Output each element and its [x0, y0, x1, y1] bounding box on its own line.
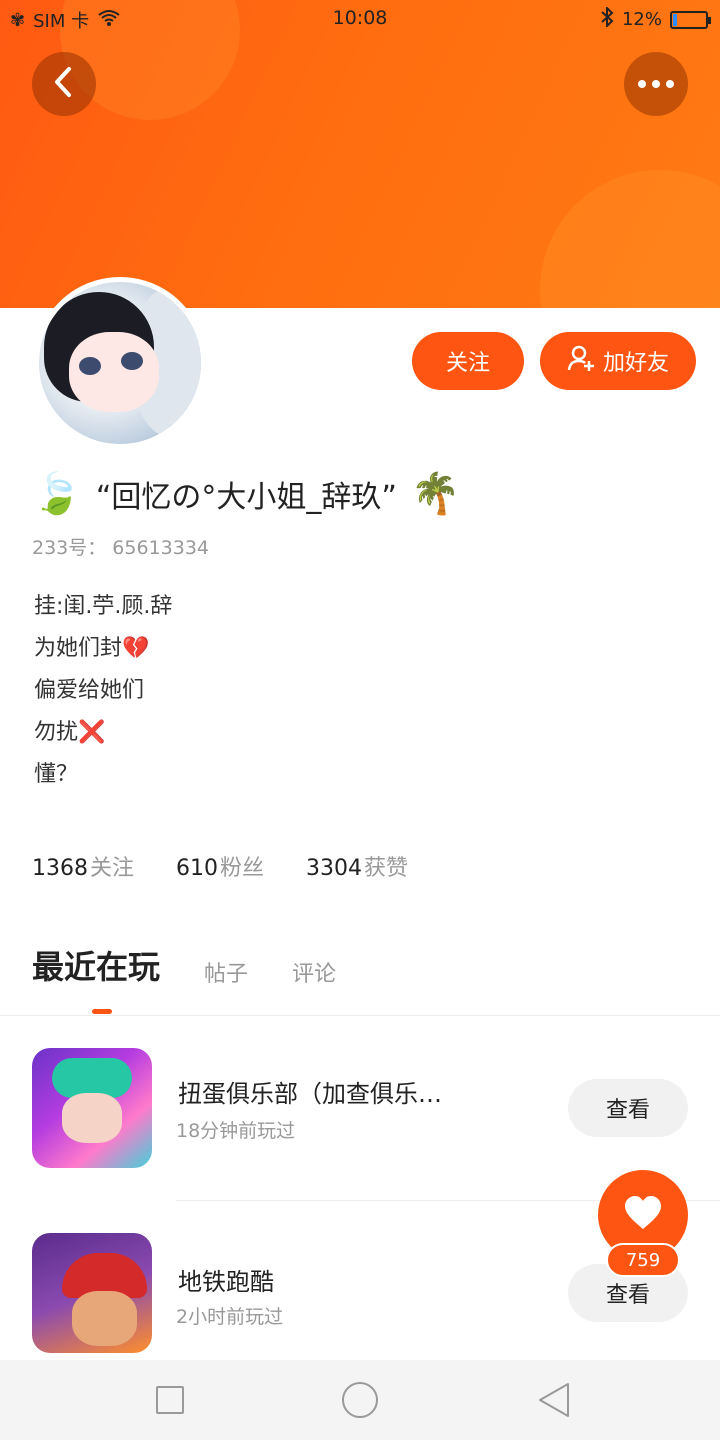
- follow-label: 关注: [445, 351, 490, 376]
- user-id[interactable]: 233号： 65613334: [32, 533, 209, 560]
- stat-label: 粉丝: [220, 856, 265, 881]
- add-user-icon: [567, 344, 595, 378]
- stat-label: 获赞: [364, 856, 409, 881]
- battery-percent: 12%: [621, 9, 662, 30]
- bio-line: 偏爱给她们: [34, 678, 145, 703]
- battery-fill: [673, 13, 678, 26]
- view-button[interactable]: 查看: [568, 1079, 688, 1137]
- recents-icon[interactable]: [156, 1386, 184, 1414]
- game-icon-gacha-club[interactable]: [32, 1048, 152, 1168]
- profile-header-background: [0, 0, 720, 308]
- profile-name: “回忆の°大小姐_辞玖”: [95, 480, 397, 515]
- like-count-badge: 759: [606, 1243, 680, 1277]
- game-title[interactable]: 地铁跑酷: [178, 1262, 538, 1297]
- bluetooth-icon: [600, 5, 614, 32]
- tab-recently-played[interactable]: 最近在玩: [32, 942, 160, 988]
- battery-icon: [670, 10, 711, 29]
- palm-tree-emoji: 🌴: [410, 471, 461, 517]
- back-triangle-icon[interactable]: [536, 1382, 572, 1422]
- tab-comments[interactable]: 评论: [292, 956, 336, 988]
- add-friend-label: 加好友: [602, 351, 669, 376]
- profile-name-row: 🍃 “回忆の°大小姐_辞玖” 🌴: [32, 472, 461, 516]
- more-button[interactable]: [624, 52, 688, 116]
- stat-likes[interactable]: 3304获赞: [306, 850, 408, 882]
- profile-tabs: 最近在玩 帖子 评论: [32, 942, 336, 988]
- stat-label: 关注: [90, 856, 135, 881]
- avatar[interactable]: [34, 277, 206, 449]
- home-icon[interactable]: [342, 1382, 378, 1418]
- chevron-left-icon: [52, 66, 76, 102]
- leaf-emoji: 🍃: [32, 471, 82, 517]
- stat-following[interactable]: 1368关注: [32, 850, 134, 882]
- stat-value: 3304: [306, 856, 363, 881]
- stat-value: 1368: [32, 856, 88, 881]
- profile-stats: 1368关注 610粉丝 3304获赞: [32, 850, 408, 882]
- active-tab-indicator: [92, 1009, 112, 1014]
- bio-line: 懂？: [34, 762, 79, 787]
- heart-icon: [623, 1195, 663, 1235]
- stat-followers[interactable]: 610粉丝: [176, 850, 264, 882]
- divider: [0, 1015, 720, 1016]
- tab-posts[interactable]: 帖子: [204, 956, 248, 988]
- bio-line: 为她们封💔: [34, 636, 150, 661]
- game-icon-subway-surfers[interactable]: [32, 1233, 152, 1353]
- stat-value: 610: [176, 856, 219, 881]
- profile-bio: 挂:闺.苧.顾.辞 为她们封💔 偏爱给她们 勿扰❌ 懂？: [34, 586, 172, 796]
- add-friend-button[interactable]: 加好友: [540, 332, 696, 390]
- follow-button[interactable]: 关注: [412, 332, 524, 390]
- game-played-time: 2小时前玩过: [176, 1306, 284, 1328]
- status-bar: ✾ SIM 卡 10:08 12%: [0, 0, 720, 36]
- more-dots-icon: [638, 80, 674, 88]
- game-title[interactable]: 扭蛋俱乐部（加查俱乐…: [178, 1074, 538, 1109]
- bio-line: 挂:闺.苧.顾.辞: [34, 594, 173, 619]
- bio-line: 勿扰❌: [34, 720, 106, 745]
- back-button[interactable]: [32, 52, 96, 116]
- game-played-time: 18分钟前玩过: [176, 1120, 296, 1142]
